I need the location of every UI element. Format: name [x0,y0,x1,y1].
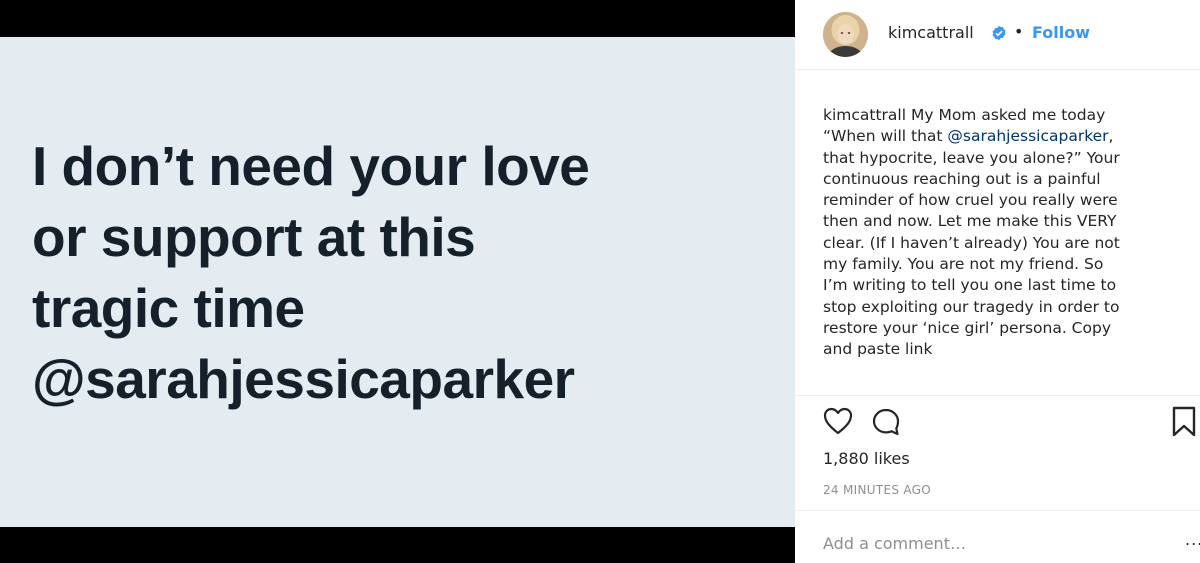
caption-username[interactable]: kimcattrall [823,106,906,124]
caption-text: , [1108,127,1114,146]
mention-link[interactable]: @sarahjessicaparker [947,127,1108,145]
likes-count[interactable]: 1,880 likes [823,449,910,468]
tweet-text: I don’t need your love or support at thi… [32,131,772,415]
tweet-line: I don’t need your love [32,135,590,197]
tweet-line: @sarahjessicaparker [32,348,575,410]
verified-badge-icon [991,25,1007,41]
caption-line: then and now. Let me make this VERY [823,212,1117,231]
divider [795,510,1200,511]
post-actions [819,405,1199,441]
heart-icon[interactable] [823,407,853,439]
comment-input[interactable] [823,530,1163,556]
avatar[interactable] [823,12,868,57]
comment-icon[interactable] [871,407,901,441]
follow-button[interactable]: Follow [1032,23,1090,42]
tweet-line: or support at this [32,206,476,268]
caption-line: continuous reaching out is a painful [823,169,1101,188]
post-timestamp[interactable]: 24 MINUTES AGO [823,483,931,497]
caption-line: clear. (If I haven’t already) You are no… [823,233,1120,252]
post-sidebar: kimcattrall • Follow kimcattrall My Mom … [795,0,1200,563]
bookmark-icon[interactable] [1171,406,1197,442]
divider [795,395,1200,396]
caption-line: stop exploiting our tragedy in order to [823,297,1120,316]
tweet-line: tragic time [32,277,305,339]
caption-line: reminder of how cruel you really were [823,191,1118,210]
post-header: kimcattrall • Follow [795,0,1200,70]
caption-text: “When will that [823,127,948,146]
caption-line: restore your ‘nice girl’ persona. Copy [823,318,1111,337]
caption-line: that hypocrite, leave you alone?” Your [823,148,1120,167]
more-options-icon[interactable]: ... [1185,530,1200,549]
caption-text: My Mom asked me today [906,106,1106,124]
caption-line: my family. You are not my friend. So [823,255,1104,274]
caption-line: I’m writing to tell you one last time to [823,276,1117,295]
header-username[interactable]: kimcattrall [888,23,974,42]
header-separator: • [1014,22,1024,41]
tweet-image: I don’t need your love or support at thi… [0,37,795,527]
post-caption: kimcattrall My Mom asked me today “When … [823,105,1193,361]
caption-line: kimcattrall My Mom asked me today [823,105,1193,126]
caption-line: “When will that @sarahjessicaparker, [823,126,1193,147]
caption-line: and paste link [823,340,933,359]
post-media: I don’t need your love or support at thi… [0,0,795,563]
